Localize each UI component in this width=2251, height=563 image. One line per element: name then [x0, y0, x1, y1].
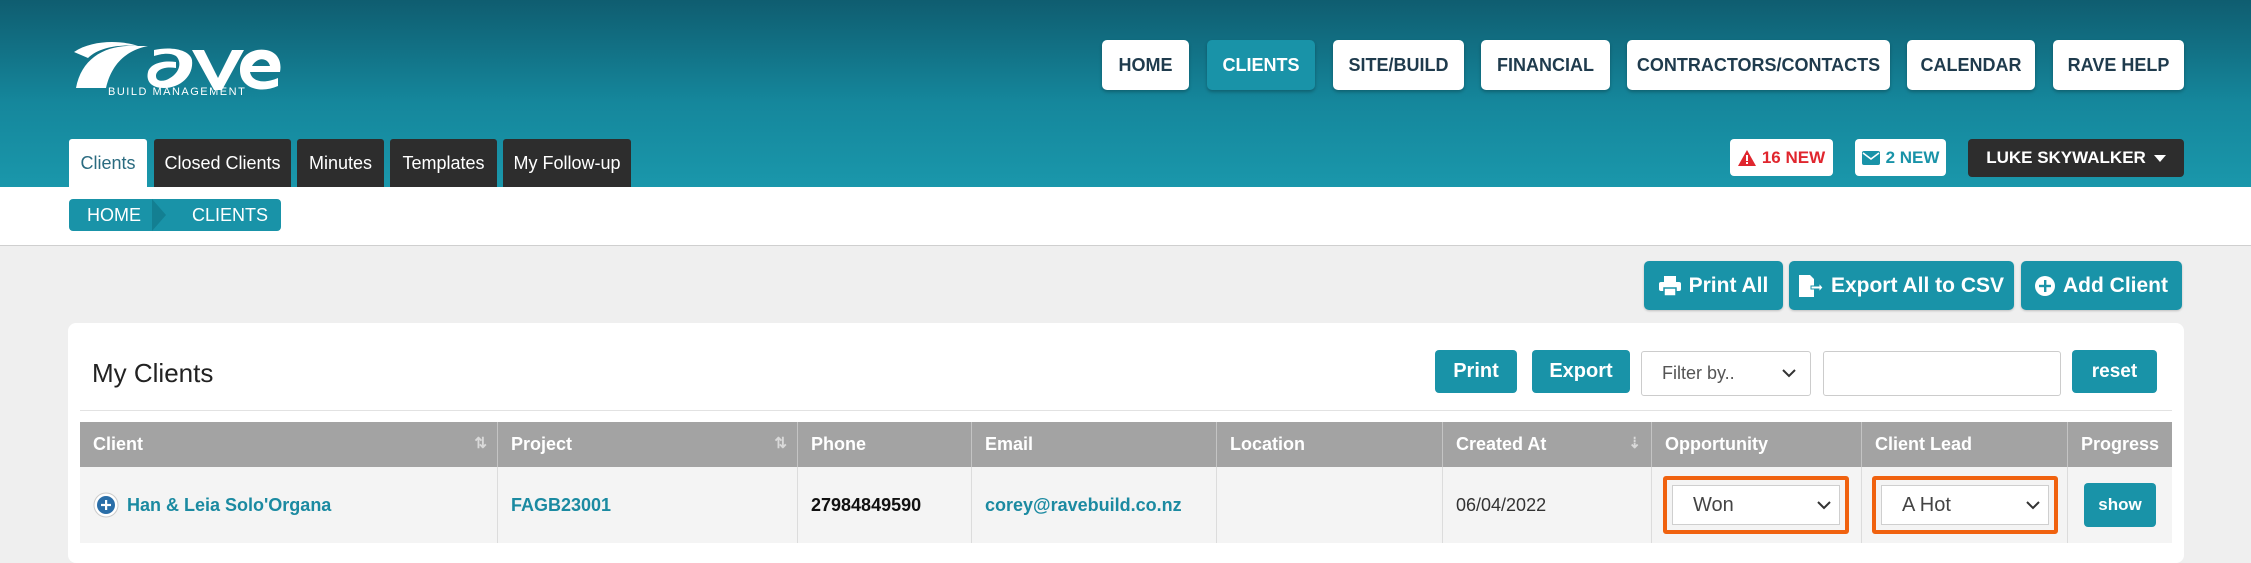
user-menu-button[interactable]: LUKE SKYWALKER: [1968, 139, 2184, 177]
tab-closed-clients[interactable]: Closed Clients: [154, 139, 291, 187]
tab-templates[interactable]: Templates: [390, 139, 497, 187]
messages-label: 2 NEW: [1885, 147, 1940, 167]
print-all-button[interactable]: Print All: [1644, 261, 1783, 310]
tab-minutes[interactable]: Minutes: [297, 139, 384, 187]
client-lead-select-value: A Hot: [1902, 493, 1951, 516]
caret-down-icon: [2153, 154, 2166, 162]
opportunity-select-highlight: Won: [1663, 476, 1849, 534]
nav-home[interactable]: HOME: [1102, 40, 1189, 90]
column-header-client[interactable]: Client ⇅: [80, 422, 498, 467]
client-lead-select-highlight: A Hot: [1872, 476, 2058, 534]
nav-contractors-contacts[interactable]: CONTRACTORS/CONTACTS: [1627, 40, 1890, 90]
tab-clients[interactable]: Clients: [69, 139, 147, 187]
nav-site-build[interactable]: SITE/BUILD: [1333, 40, 1464, 90]
add-client-button[interactable]: Add Client: [2021, 261, 2182, 310]
column-label: Email: [985, 434, 1034, 454]
email-link[interactable]: corey@ravebuild.co.nz: [985, 495, 1182, 516]
chevron-down-icon: [1782, 369, 1796, 378]
add-client-label: Add Client: [2063, 273, 2168, 297]
user-name: LUKE SKYWALKER: [1986, 148, 2146, 167]
nav-financial[interactable]: FINANCIAL: [1481, 40, 1610, 90]
column-label: Opportunity: [1665, 434, 1768, 454]
column-header-progress: Progress: [2068, 422, 2172, 467]
nav-rave-help[interactable]: RAVE HELP: [2053, 40, 2184, 90]
column-label: Progress: [2081, 434, 2160, 454]
project-link[interactable]: FAGB23001: [511, 495, 611, 516]
column-label: Created At: [1456, 434, 1547, 454]
client-lead-select[interactable]: A Hot: [1881, 485, 2049, 525]
panel-title: My Clients: [92, 358, 214, 388]
sort-desc-icon[interactable]: ⇣: [1628, 434, 1641, 452]
table-cell-client: Han & Leia Solo'Organa: [80, 467, 498, 543]
column-header-email: Email: [972, 422, 1217, 467]
envelope-icon: [1861, 150, 1880, 165]
print-all-label: Print All: [1688, 273, 1769, 297]
search-input[interactable]: [1823, 351, 2061, 396]
top-header: BUILD MANAGEMENT HOME CLIENTS SITE/BUILD…: [0, 0, 2251, 187]
column-label: Phone: [811, 434, 867, 454]
show-progress-button[interactable]: show: [2084, 483, 2156, 527]
table-cell-created-at: 06/04/2022: [1443, 467, 1652, 543]
column-label: Project: [511, 434, 573, 454]
opportunity-select[interactable]: Won: [1672, 485, 1840, 525]
breadcrumb-separator: [152, 199, 166, 231]
alerts-badge[interactable]: 16 NEW: [1730, 139, 1833, 176]
chevron-down-icon: [1817, 500, 1831, 509]
column-header-location: Location: [1217, 422, 1443, 467]
column-header-opportunity: Opportunity: [1652, 422, 1862, 467]
opportunity-select-value: Won: [1693, 493, 1734, 516]
table-cell-project: FAGB23001: [498, 467, 798, 543]
warning-icon: [1737, 149, 1756, 166]
table-cell-location: [1217, 467, 1443, 543]
column-label: Location: [1230, 434, 1305, 454]
filter-select-value: Filter by..: [1662, 363, 1735, 383]
nav-clients[interactable]: CLIENTS: [1207, 40, 1315, 90]
print-button[interactable]: Print: [1435, 350, 1517, 393]
export-all-csv-button[interactable]: Export All to CSV: [1789, 261, 2014, 310]
reset-button[interactable]: reset: [2072, 350, 2157, 393]
table-cell-phone: 27984849590: [798, 467, 972, 543]
messages-badge[interactable]: 2 NEW: [1855, 139, 1946, 176]
printer-icon: [1658, 275, 1681, 296]
column-header-client-lead: Client Lead: [1862, 422, 2068, 467]
column-label: Client Lead: [1875, 434, 1973, 454]
file-export-icon: [1798, 274, 1823, 297]
panel-divider: [80, 410, 2172, 411]
expand-plus-icon[interactable]: [93, 492, 119, 518]
plus-circle-icon: [2035, 275, 2055, 296]
alerts-label: 16 NEW: [1761, 147, 1826, 167]
export-all-label: Export All to CSV: [1830, 273, 2005, 297]
sort-icon[interactable]: ⇅: [474, 434, 487, 452]
breadcrumb-bar: [0, 187, 2251, 246]
column-header-project[interactable]: Project ⇅: [498, 422, 798, 467]
filter-select[interactable]: Filter by..: [1641, 351, 1811, 396]
breadcrumb-clients[interactable]: CLIENTS: [166, 199, 281, 231]
column-header-phone: Phone: [798, 422, 972, 467]
column-label: Client: [93, 434, 144, 454]
client-name-link[interactable]: Han & Leia Solo'Organa: [127, 495, 331, 516]
sort-icon[interactable]: ⇅: [774, 434, 787, 452]
tab-my-follow-up[interactable]: My Follow-up: [503, 139, 631, 187]
export-button[interactable]: Export: [1532, 350, 1630, 393]
nav-calendar[interactable]: CALENDAR: [1907, 40, 2035, 90]
column-header-created-at[interactable]: Created At ⇣: [1443, 422, 1652, 467]
chevron-down-icon: [2026, 500, 2040, 509]
table-cell-email: corey@ravebuild.co.nz: [972, 467, 1217, 543]
logo-subtitle: BUILD MANAGEMENT: [108, 86, 247, 98]
